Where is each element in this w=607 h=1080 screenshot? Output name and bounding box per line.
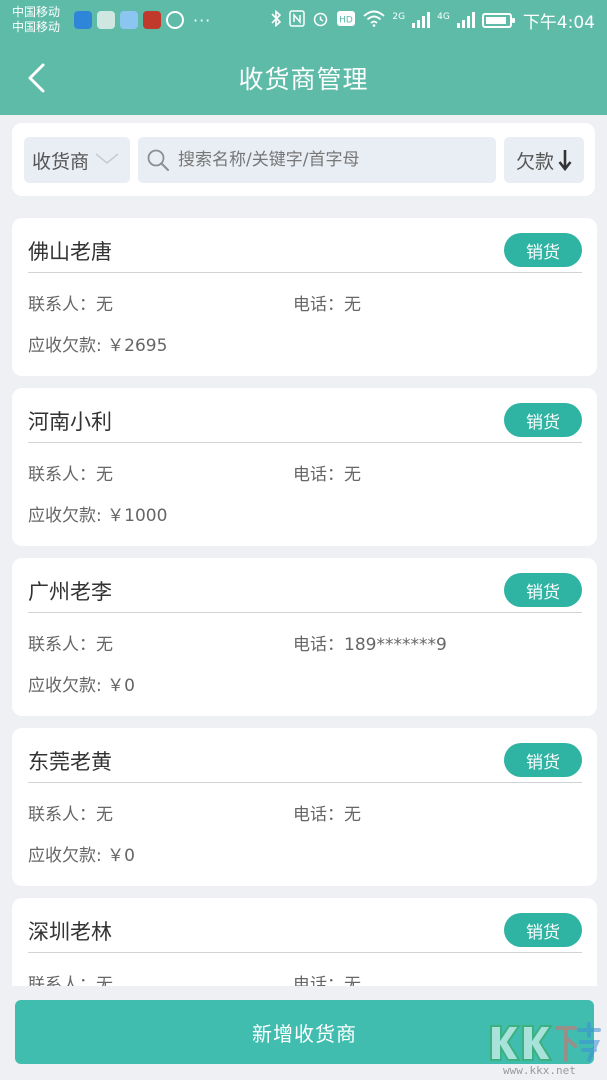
type-dropdown[interactable]: 收货商 xyxy=(24,137,130,183)
sort-debt-label: 欠款 xyxy=(515,150,554,173)
supplier-name: 河南小利 xyxy=(28,410,112,434)
arrow-down-icon xyxy=(558,150,572,171)
network-2g-label: 2G xyxy=(392,11,406,22)
debt-field: 应收欠款: ￥0 xyxy=(28,676,135,696)
carrier-info: 中国移动 中国移动 xyxy=(12,5,70,35)
status-bar: 中国移动 中国移动 ··· HD 2G 4G 下午4:04 xyxy=(0,0,607,40)
sell-button[interactable]: 销货 xyxy=(504,233,582,267)
page-title: 收货商管理 xyxy=(238,64,369,94)
supplier-name: 东莞老黄 xyxy=(28,750,112,774)
debt-field: 应收欠款: ￥2695 xyxy=(28,336,168,356)
sort-debt-button[interactable]: 欠款 xyxy=(504,137,584,183)
status-indicators: HD 2G 4G 下午4:04 xyxy=(271,8,595,33)
battery-icon xyxy=(481,12,515,28)
more-notifications-icon: ··· xyxy=(193,10,212,30)
debt-field: 应收欠款: ￥1000 xyxy=(28,506,168,526)
sell-button[interactable]: 销货 xyxy=(504,573,582,607)
sell-button[interactable]: 销货 xyxy=(504,743,582,777)
type-dropdown-label: 收货商 xyxy=(32,150,90,173)
divider xyxy=(28,272,582,273)
signal-icon-1 xyxy=(412,12,431,28)
sell-button[interactable]: 销货 xyxy=(504,403,582,437)
filter-bar: 收货商 欠款 xyxy=(12,123,595,196)
chevron-left-icon xyxy=(28,63,45,93)
contact-field: 联系人：无 xyxy=(28,465,113,485)
bluetooth-icon xyxy=(271,9,282,31)
contact-field: 联系人：无 xyxy=(28,295,113,315)
debt-field: 应收欠款: ￥0 xyxy=(28,846,135,866)
list-item[interactable]: 东莞老黄 销货 联系人：无 电话：无 应收欠款: ￥0 xyxy=(12,728,597,886)
search-box[interactable] xyxy=(138,137,496,183)
wifi-icon xyxy=(363,10,386,31)
search-icon xyxy=(147,149,169,171)
divider xyxy=(28,952,582,953)
back-button[interactable] xyxy=(18,60,54,96)
hd-icon: HD xyxy=(336,10,356,31)
phone-field: 电话：无 xyxy=(293,805,361,825)
nfc-icon xyxy=(289,9,306,31)
send-app-icon xyxy=(120,11,138,29)
chevron-down-icon xyxy=(95,153,119,165)
wechat-icon xyxy=(166,11,184,29)
signal-icon-2 xyxy=(456,12,475,28)
list-item[interactable]: 佛山老唐 销货 联系人：无 电话：无 应收欠款: ￥2695 xyxy=(12,218,597,376)
notification-icons: ··· xyxy=(74,11,211,30)
phone-field: 电话：无 xyxy=(293,465,361,485)
sell-button[interactable]: 销货 xyxy=(504,913,582,947)
phone-field: 电话：189*******9 xyxy=(293,635,447,655)
huawei-app-icon xyxy=(143,11,161,29)
contact-field: 联系人：无 xyxy=(28,635,113,655)
network-4g-label: 4G xyxy=(437,11,450,22)
divider xyxy=(28,612,582,613)
search-input[interactable] xyxy=(178,150,478,170)
divider xyxy=(28,782,582,783)
activity-app-icon xyxy=(97,11,115,29)
carrier-2: 中国移动 xyxy=(12,20,61,34)
add-supplier-button[interactable]: 新增收货商 xyxy=(15,1000,594,1064)
list-item[interactable]: 广州老李 销货 联系人：无 电话：189*******9 应收欠款: ￥0 xyxy=(12,558,597,716)
supplier-name: 广州老李 xyxy=(28,580,112,604)
status-time: 下午4:04 xyxy=(522,12,595,33)
shield-app-icon xyxy=(74,11,92,29)
supplier-name: 深圳老林 xyxy=(28,920,112,944)
carrier-1: 中国移动 xyxy=(12,5,61,19)
svg-text:HD: HD xyxy=(340,15,354,25)
phone-field: 电话：无 xyxy=(293,295,361,315)
divider xyxy=(28,442,582,443)
contact-field: 联系人：无 xyxy=(28,805,113,825)
list-item[interactable]: 河南小利 销货 联系人：无 电话：无 应收欠款: ￥1000 xyxy=(12,388,597,546)
alarm-icon xyxy=(312,10,329,31)
supplier-name: 佛山老唐 xyxy=(28,240,112,264)
title-bar: 收货商管理 xyxy=(0,40,607,115)
